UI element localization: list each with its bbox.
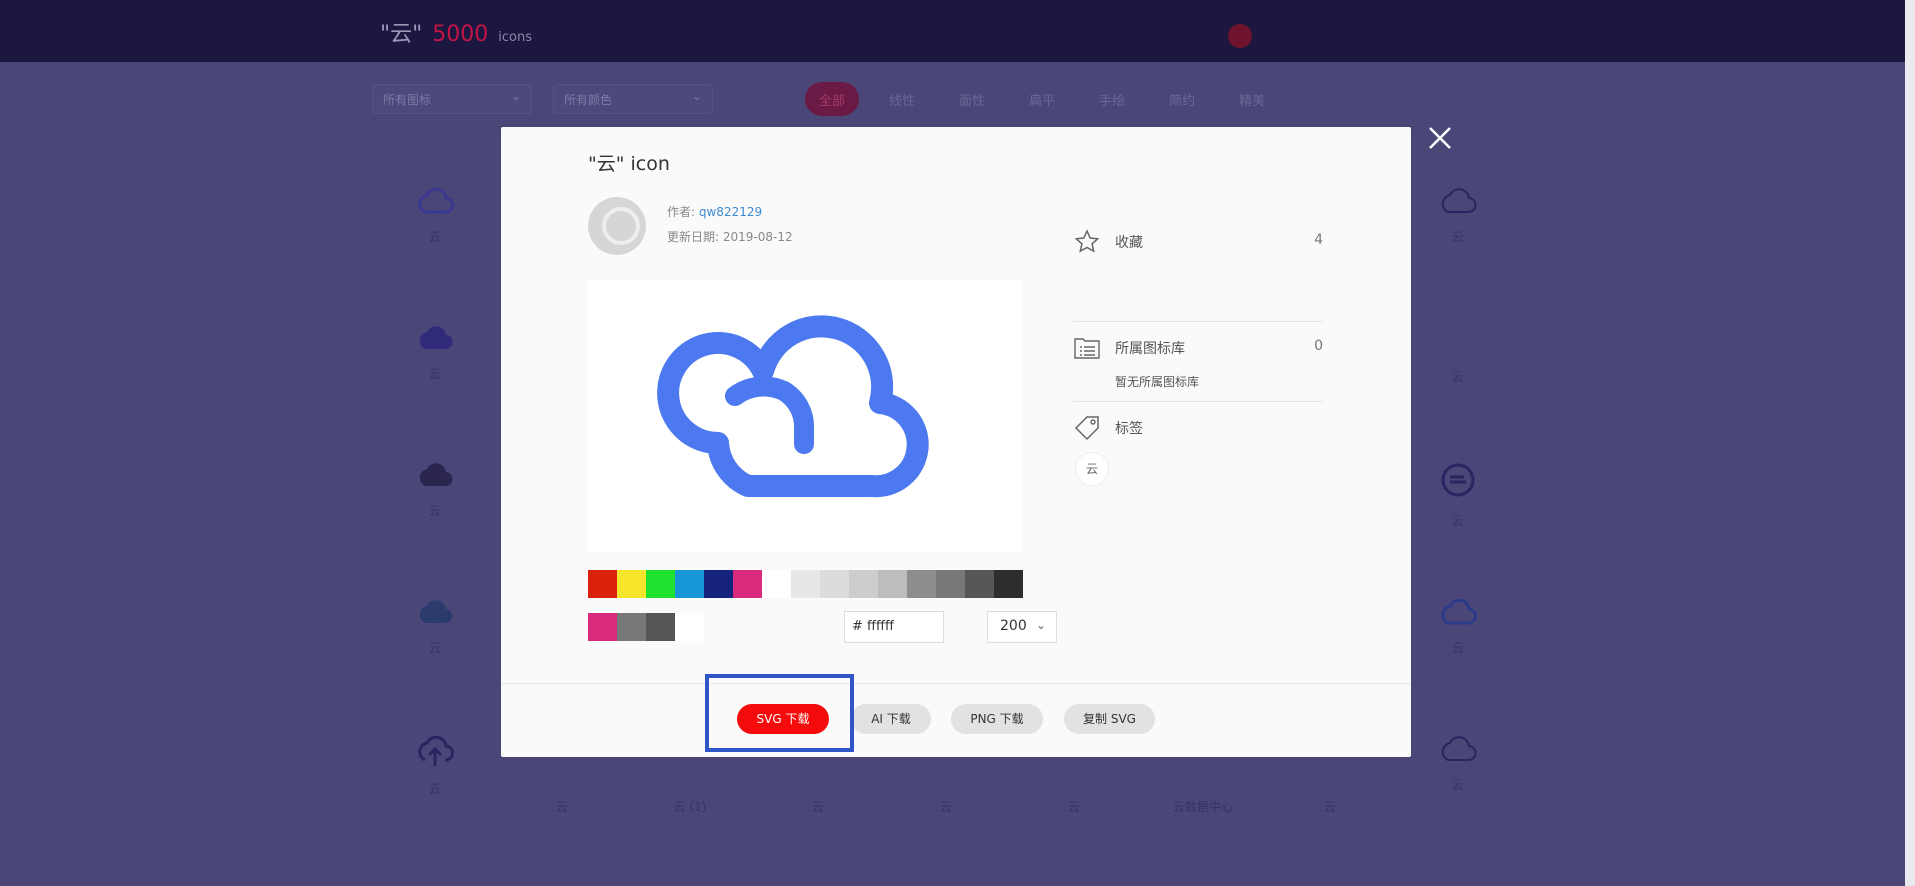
- divider: [1073, 321, 1323, 322]
- hex-prefix: #: [852, 619, 863, 634]
- color-swatch[interactable]: [617, 570, 646, 598]
- highlight-box: [705, 674, 854, 752]
- copy-svg-button[interactable]: 复制 SVG: [1064, 704, 1155, 734]
- recent-color-swatch[interactable]: [617, 613, 646, 641]
- page-scrollbar[interactable]: [1905, 0, 1915, 886]
- favorites-count: 4: [1314, 232, 1323, 248]
- color-palette: [588, 570, 1023, 598]
- recent-color-swatch[interactable]: [646, 613, 675, 641]
- star-icon: [1074, 229, 1100, 253]
- close-icon[interactable]: [1426, 124, 1454, 152]
- divider: [1073, 401, 1323, 402]
- favorites-label: 收藏: [1115, 235, 1143, 251]
- footer-divider: [501, 683, 1411, 684]
- recent-color-swatch[interactable]: [588, 613, 617, 641]
- color-swatch[interactable]: [588, 570, 617, 598]
- author-label: 作者:: [667, 205, 696, 219]
- ai-download-button[interactable]: AI 下载: [851, 704, 931, 734]
- color-swatch[interactable]: [762, 570, 791, 598]
- color-swatch[interactable]: [820, 570, 849, 598]
- hex-color-input[interactable]: # ffffff: [844, 611, 944, 643]
- library-count: 0: [1314, 338, 1323, 354]
- tag-icon: [1074, 416, 1099, 441]
- icon-detail-modal: "云" icon 作者: qw822129 更新日期: 2019-08-12 #…: [501, 127, 1411, 757]
- color-swatch[interactable]: [675, 570, 704, 598]
- tag-chip[interactable]: 云: [1075, 452, 1109, 486]
- color-swatch[interactable]: [646, 570, 675, 598]
- tags-row: 标签: [1073, 414, 1323, 442]
- color-swatch[interactable]: [936, 570, 965, 598]
- folder-list-icon: [1074, 338, 1100, 359]
- author-line: 作者: qw822129: [667, 203, 762, 220]
- library-label: 所属图标库: [1115, 341, 1185, 357]
- color-swatch[interactable]: [733, 570, 762, 598]
- tags-label: 标签: [1115, 421, 1143, 437]
- no-library-text: 暂无所属图标库: [1115, 375, 1200, 389]
- updated-date: 2019-08-12: [722, 230, 793, 244]
- hex-value: ffffff: [867, 619, 894, 634]
- modal-title: "云" icon: [588, 153, 670, 175]
- color-swatch[interactable]: [994, 570, 1023, 598]
- size-select[interactable]: 200 ⌄: [987, 611, 1057, 643]
- close-x-glyph: [1429, 127, 1451, 149]
- recent-colors: [588, 613, 704, 641]
- library-row: 所属图标库 0: [1073, 334, 1323, 362]
- color-swatch[interactable]: [849, 570, 878, 598]
- icon-preview: [588, 280, 1023, 552]
- updated-line: 更新日期: 2019-08-12: [667, 228, 793, 245]
- updated-label: 更新日期:: [667, 230, 720, 244]
- size-value: 200: [1000, 618, 1027, 634]
- color-swatch[interactable]: [878, 570, 907, 598]
- favorites-row[interactable]: 收藏 4: [1073, 228, 1323, 256]
- chevron-down-icon: ⌄: [1035, 618, 1046, 632]
- color-swatch[interactable]: [704, 570, 733, 598]
- cloud-icon: [657, 315, 929, 498]
- color-swatch[interactable]: [965, 570, 994, 598]
- author-link[interactable]: qw822129: [699, 205, 762, 219]
- author-avatar[interactable]: [588, 197, 646, 255]
- recent-color-swatch[interactable]: [675, 613, 704, 641]
- png-download-button[interactable]: PNG 下载: [951, 704, 1043, 734]
- color-swatch[interactable]: [791, 570, 820, 598]
- color-swatch[interactable]: [907, 570, 936, 598]
